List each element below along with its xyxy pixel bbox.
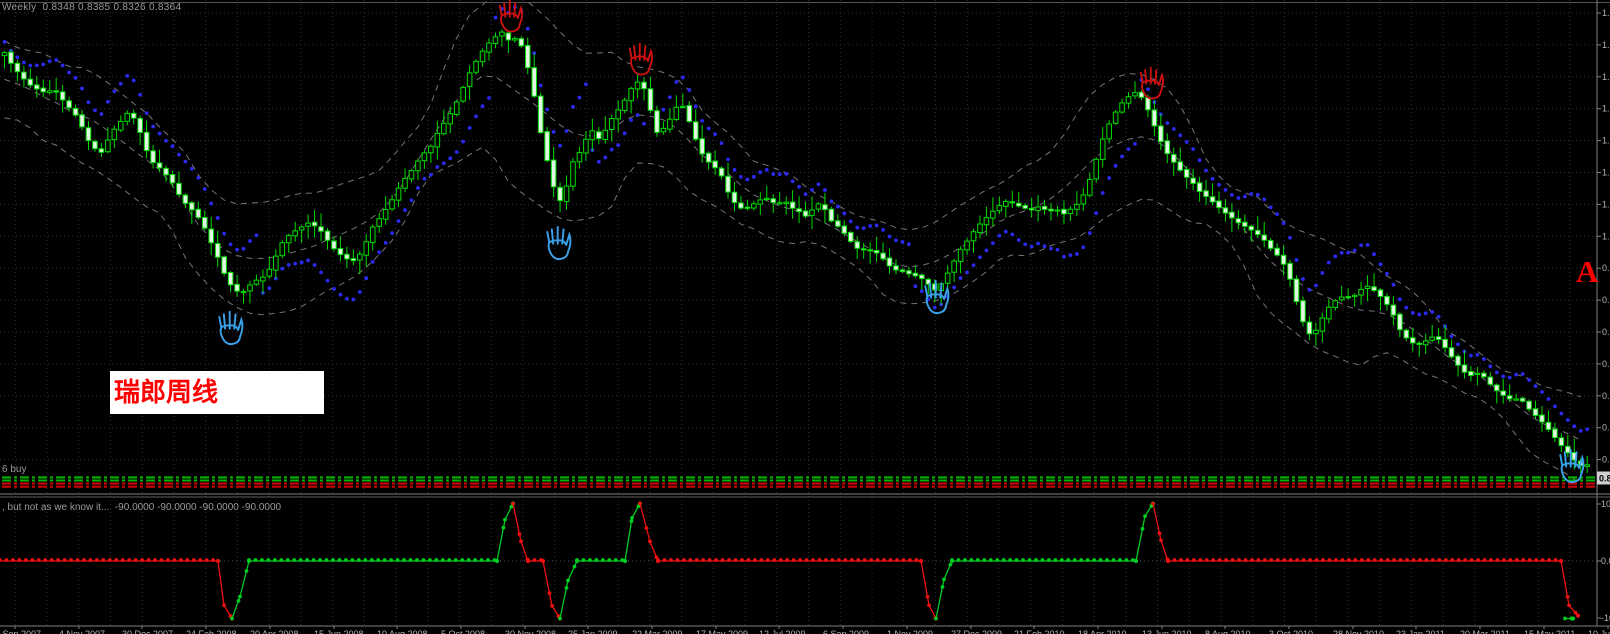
buy-hand-icon [218, 310, 244, 346]
frame-lines [0, 0, 1610, 627]
svg-text:5 Oct 2008: 5 Oct 2008 [441, 629, 485, 634]
band-mid [4, 75, 1581, 441]
sell-hand-icon [498, 0, 523, 33]
svg-text:1.: 1. [1602, 199, 1610, 209]
svg-text:9 Sep 2007: 9 Sep 2007 [0, 629, 41, 634]
ribbon-indicator [2, 476, 1595, 488]
candles-layer [1, 29, 1591, 480]
chart-canvas[interactable]: 1. 1. 1. 1. 1. 1. 1. 1. 0. 0. 0. 0. 0. 0. 0. 10 0.0 -10 0.… [0, 0, 1610, 634]
svg-text:23 Jan 2011: 23 Jan 2011 [1396, 629, 1445, 634]
sell-hand-icon [628, 42, 653, 76]
svg-text:0.0: 0.0 [1601, 556, 1610, 566]
svg-text:10 Jul 2011: 10 Jul 2011 [1588, 629, 1610, 634]
svg-text:0.: 0. [1602, 455, 1610, 465]
svg-text:8 Aug 2010: 8 Aug 2010 [1205, 629, 1251, 634]
svg-text:1 Nov 2009: 1 Nov 2009 [887, 629, 933, 634]
time-axis[interactable]: 9 Sep 2007 4 Nov 2007 30 Dec 2007 24 Feb 20… [0, 626, 1610, 634]
svg-text:20 Mar 2011: 20 Mar 2011 [1460, 629, 1510, 634]
svg-text:18 Apr 2010: 18 Apr 2010 [1078, 629, 1127, 634]
svg-text:3 Oct 2010: 3 Oct 2010 [1269, 629, 1313, 634]
svg-text:10 Aug 2008: 10 Aug 2008 [377, 629, 428, 634]
svg-text:0.: 0. [1602, 327, 1610, 337]
svg-text:0.: 0. [1602, 295, 1610, 305]
mt4-chart-window: 1. 1. 1. 1. 1. 1. 1. 1. 0. 0. 0. 0. 0. 0. 0. 10 0.0 -10 0.… [0, 0, 1610, 634]
svg-text:15 May 2011: 15 May 2011 [1524, 629, 1575, 634]
current-price-marker: 0.8 [1597, 471, 1610, 485]
buy-hand-icon [546, 225, 572, 261]
svg-text:1.: 1. [1602, 104, 1610, 114]
svg-text:0.: 0. [1602, 423, 1610, 433]
svg-text:21 Feb 2010: 21 Feb 2010 [1014, 629, 1065, 634]
svg-text:30 Dec 2007: 30 Dec 2007 [122, 629, 173, 634]
svg-text:1.: 1. [1602, 168, 1610, 178]
svg-text:20 Apr 2008: 20 Apr 2008 [250, 629, 299, 634]
svg-text:-10: -10 [1601, 613, 1610, 623]
svg-text:24 Feb 2008: 24 Feb 2008 [186, 629, 237, 634]
svg-text:0.: 0. [1602, 359, 1610, 369]
svg-text:1.: 1. [1602, 136, 1610, 146]
price-axis[interactable]: 1. 1. 1. 1. 1. 1. 1. 1. 0. 0. 0. 0. 0. 0. 0. 10 0.0 -10 [1597, 8, 1610, 623]
svg-text:1.: 1. [1602, 8, 1610, 18]
svg-text:30 Nov 2008: 30 Nov 2008 [505, 629, 556, 634]
svg-text:1.: 1. [1602, 231, 1610, 241]
svg-text:22 Mar 2009: 22 Mar 2009 [632, 629, 683, 634]
svg-text:0.: 0. [1602, 263, 1610, 273]
sell-hand-icon [1139, 66, 1164, 100]
svg-text:0.8: 0.8 [1599, 474, 1610, 484]
svg-text:1.: 1. [1602, 72, 1610, 82]
svg-text:25 Jan 2009: 25 Jan 2009 [568, 629, 618, 634]
svg-text:27 Dec 2009: 27 Dec 2009 [951, 629, 1002, 634]
svg-text:12 Jul 2009: 12 Jul 2009 [759, 629, 806, 634]
svg-text:6 Sep 2009: 6 Sep 2009 [823, 629, 869, 634]
svg-text:1.: 1. [1602, 40, 1610, 50]
psar-dots [2, 5, 1590, 433]
svg-text:0.: 0. [1602, 391, 1610, 401]
bollinger-bands [4, 0, 1581, 485]
svg-text:15 Jun 2008: 15 Jun 2008 [314, 629, 364, 634]
grid-layer [0, 0, 1597, 626]
svg-text:28 Nov 2010: 28 Nov 2010 [1333, 629, 1384, 634]
svg-text:10: 10 [1601, 499, 1610, 509]
svg-text:4 Nov 2007: 4 Nov 2007 [59, 629, 105, 634]
svg-text:17 May 2009: 17 May 2009 [696, 629, 748, 634]
svg-text:13 Jun 2010: 13 Jun 2010 [1142, 629, 1192, 634]
